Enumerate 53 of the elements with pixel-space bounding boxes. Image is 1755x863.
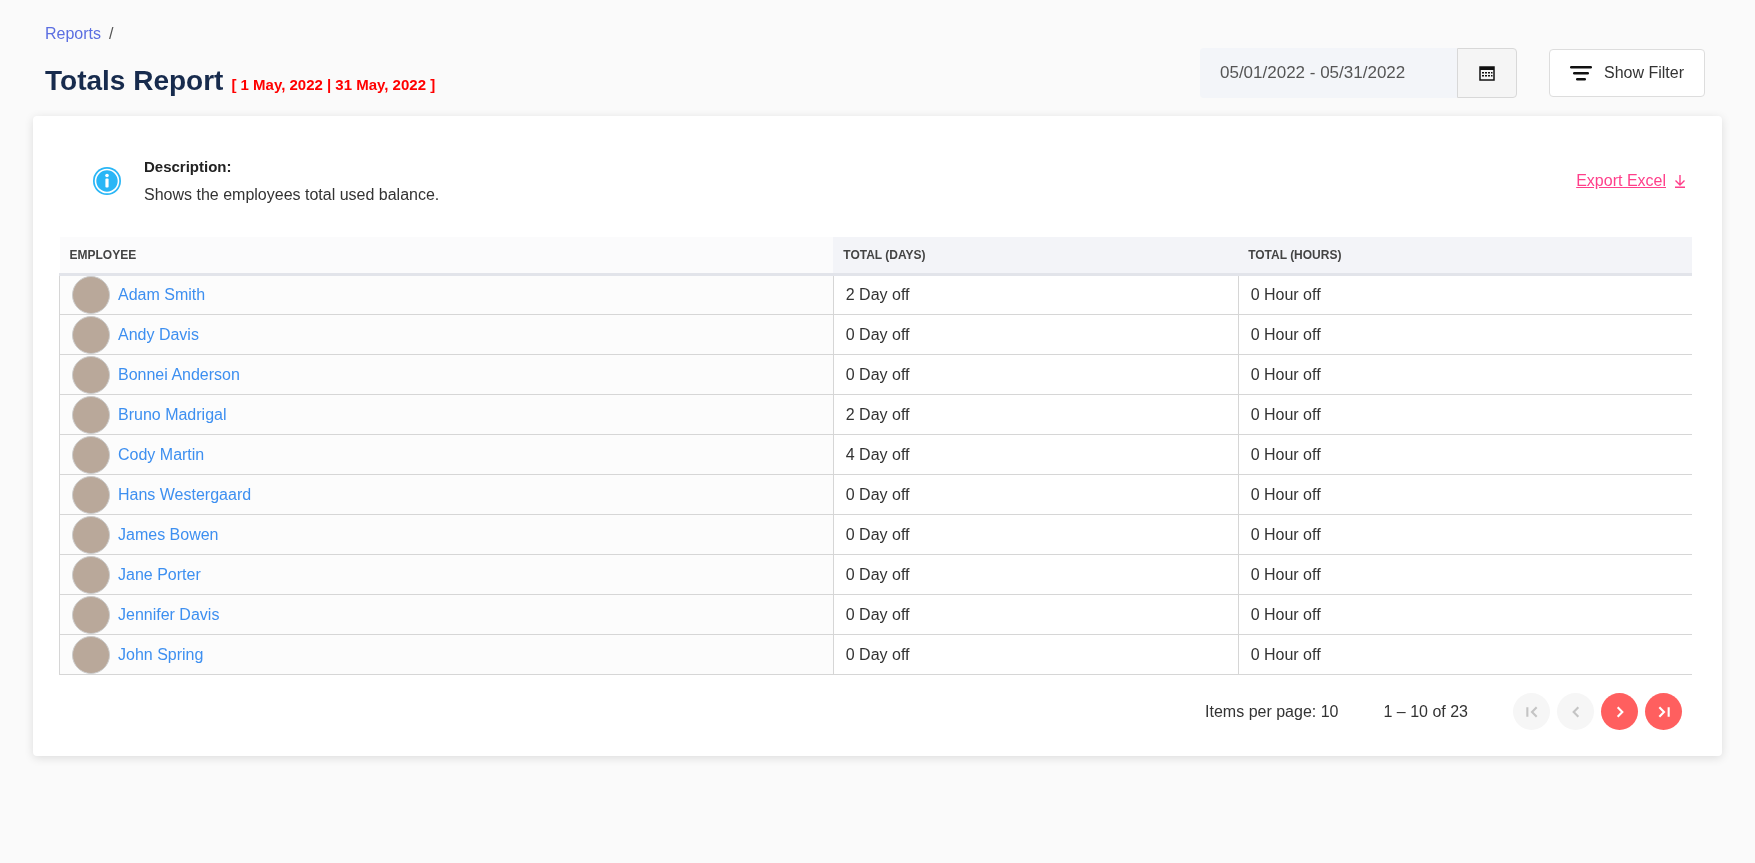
hours-cell: 0 Hour off	[1238, 594, 1692, 635]
column-header: TOTAL (DAYS)	[833, 236, 1239, 275]
employee-name-link[interactable]: Cody Martin	[118, 442, 205, 467]
hours-cell: 0 Hour off	[1238, 314, 1692, 355]
employee-name-link[interactable]: Bruno Madrigal	[118, 402, 227, 427]
days-cell: 0 Day off	[833, 354, 1239, 395]
employee-name-link[interactable]: James Bowen	[118, 522, 219, 547]
items-per-page-label: Items per page: 10	[1205, 701, 1339, 722]
employee-name-link[interactable]: Bonnei Anderson	[118, 362, 240, 387]
days-cell: 2 Day off	[833, 274, 1239, 315]
days-cell: 0 Day off	[833, 314, 1239, 355]
date-range-field[interactable]: 05/01/2022 - 05/31/2022	[1199, 48, 1457, 98]
hours-cell: 0 Hour off	[1238, 514, 1692, 555]
page-range-label: 1 – 10 of 23	[1383, 701, 1468, 722]
days-cell: 2 Day off	[833, 394, 1239, 435]
download-icon	[1674, 174, 1686, 189]
employee-name-link[interactable]: John Spring	[118, 642, 204, 667]
breadcrumb-separator: /	[109, 24, 114, 44]
last-page-button[interactable]	[1645, 693, 1682, 730]
calendar-button[interactable]	[1456, 48, 1517, 98]
last-page-icon	[1656, 704, 1671, 719]
description-text: Shows the employees total used balance.	[144, 184, 440, 205]
date-range-label: [ 1 May, 2022 | 31 May, 2022 ]	[231, 75, 436, 95]
hours-cell: 0 Hour off	[1238, 634, 1692, 675]
days-cell: 0 Day off	[833, 594, 1239, 635]
column-header: TOTAL (HOURS)	[1238, 236, 1692, 275]
hours-cell: 0 Hour off	[1238, 274, 1692, 315]
next-page-button[interactable]	[1601, 693, 1638, 730]
hours-cell: 0 Hour off	[1238, 554, 1692, 595]
employee-name-link[interactable]: Adam Smith	[118, 283, 206, 307]
filter-icon	[1569, 65, 1592, 81]
export-excel-link[interactable]: Export Excel	[1576, 169, 1686, 194]
days-cell: 4 Day off	[833, 434, 1239, 475]
days-cell: 0 Day off	[833, 514, 1239, 555]
hours-cell: 0 Hour off	[1238, 434, 1692, 475]
employee-name-link[interactable]: Hans Westergaard	[118, 482, 252, 507]
breadcrumb-link[interactable]: Reports	[45, 22, 102, 46]
first-page-icon	[1524, 704, 1539, 719]
days-cell: 0 Day off	[833, 474, 1239, 515]
hours-cell: 0 Hour off	[1238, 394, 1692, 435]
days-cell: 0 Day off	[833, 634, 1239, 675]
employee-name-link[interactable]: Andy Davis	[118, 322, 199, 347]
page-title: Totals Report	[45, 64, 224, 98]
hours-cell: 0 Hour off	[1238, 474, 1692, 515]
info-icon	[92, 166, 122, 197]
description-heading: Description:	[144, 157, 233, 177]
column-header: EMPLOYEE	[59, 236, 834, 275]
employee-name-link[interactable]: Jennifer Davis	[118, 602, 220, 627]
days-cell: 0 Day off	[833, 554, 1239, 595]
calendar-icon	[1478, 65, 1495, 81]
show-filter-button[interactable]: Show Filter	[1548, 49, 1705, 97]
hours-cell: 0 Hour off	[1238, 354, 1692, 395]
employee-name-link[interactable]: Jane Porter	[118, 562, 201, 587]
